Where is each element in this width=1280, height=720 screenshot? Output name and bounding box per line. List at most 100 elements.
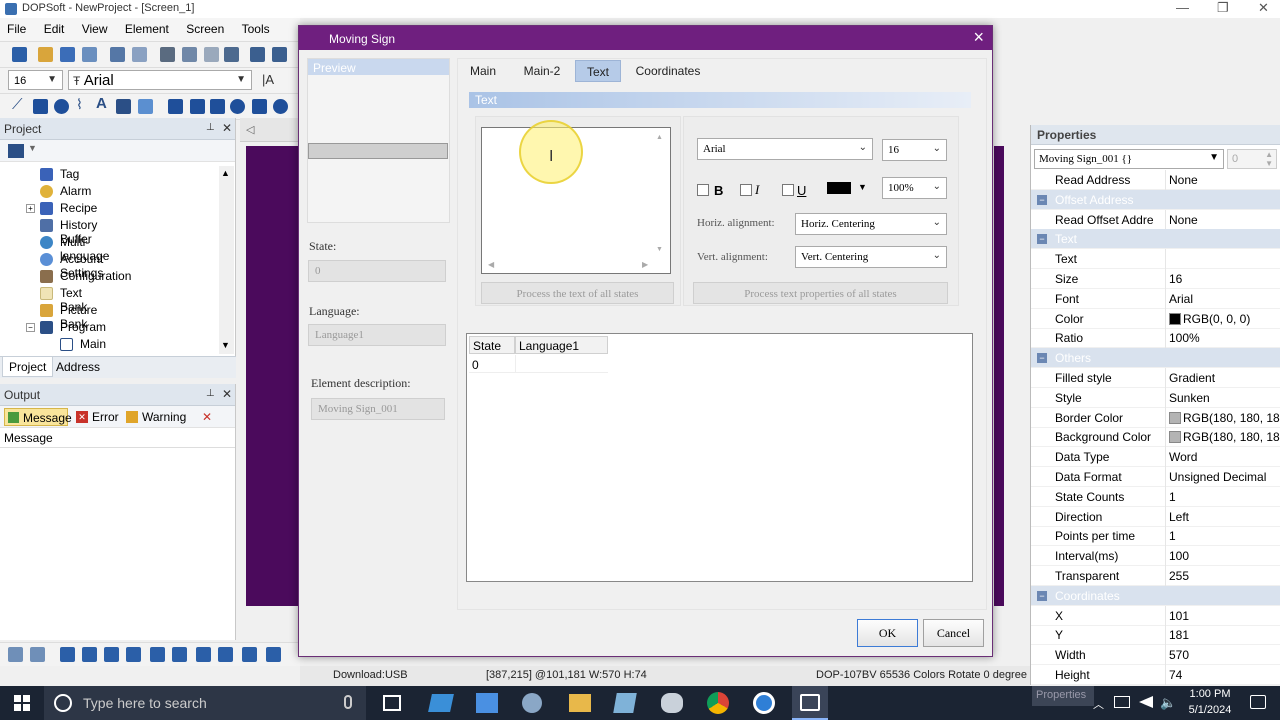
spinner-arrows-icon[interactable]: ▲ ▼ — [1265, 150, 1273, 168]
state-text-input[interactable]: I ▲ ▼ ◀ ▶ — [481, 120, 671, 274]
taskbar-app-icon[interactable] — [753, 692, 775, 714]
table-cell-state[interactable]: 0 — [469, 355, 515, 373]
copy-icon[interactable] — [182, 47, 197, 62]
distribute-h-icon[interactable] — [242, 647, 257, 662]
taskbar-app-icon[interactable] — [428, 694, 454, 712]
object-selector[interactable]: Moving Sign_001 {} ▼ — [1034, 149, 1224, 169]
bring-front-icon[interactable] — [60, 647, 75, 662]
clock-date[interactable]: 5/1/2024 — [1184, 704, 1236, 716]
collapse-icon[interactable]: − — [26, 323, 35, 332]
chevron-up-icon[interactable]: ▲ — [221, 168, 230, 178]
close-app-icon[interactable]: ✕ — [1258, 0, 1269, 16]
property-value[interactable]: Left — [1169, 510, 1189, 524]
property-value[interactable]: Arial — [1169, 292, 1193, 306]
minimize-icon[interactable]: — — [1176, 0, 1189, 15]
ok-button[interactable]: OK — [857, 619, 918, 647]
polyline-icon[interactable]: ⌇ — [76, 96, 91, 112]
compile-icon[interactable] — [250, 47, 265, 62]
align-center-icon[interactable] — [30, 647, 45, 662]
scroll-right-icon[interactable]: ▶ — [642, 260, 648, 269]
lamp-icon[interactable] — [210, 99, 225, 114]
tab-project[interactable]: Project — [2, 357, 54, 377]
font-name-select[interactable]: Ŧ Arial ▼ — [68, 70, 252, 90]
property-value[interactable]: 1 — [1169, 490, 1176, 504]
property-value[interactable]: 100 — [1169, 549, 1189, 563]
button-icon[interactable] — [168, 99, 183, 114]
property-value[interactable]: 1 — [1169, 529, 1176, 543]
text-icon[interactable]: A — [96, 95, 111, 112]
valign-select[interactable]: Vert. Centering ⌄ — [795, 246, 947, 268]
property-value[interactable]: Word — [1169, 450, 1197, 464]
taskbar-search-box[interactable]: Type here to search — [44, 686, 366, 720]
meter-icon[interactable] — [252, 99, 267, 114]
property-value[interactable]: RGB(0, 0, 0) — [1169, 312, 1250, 326]
property-group[interactable]: − Text — [1031, 229, 1280, 250]
distribute-v-icon[interactable] — [266, 647, 281, 662]
object-index-spinner[interactable]: 0 ▲ ▼ — [1227, 149, 1277, 169]
collapse-group-icon[interactable]: − — [1037, 353, 1047, 364]
property-value[interactable]: RGB(180, 180, 18 — [1169, 411, 1280, 425]
property-value[interactable]: Sunken — [1169, 391, 1210, 405]
scroll-down-icon[interactable]: ▼ — [656, 246, 663, 253]
collapse-group-icon[interactable]: − — [1037, 590, 1047, 601]
property-row[interactable]: Points per time 1 — [1031, 526, 1280, 547]
find-icon[interactable] — [224, 47, 239, 62]
property-row[interactable]: Filled style Gradient — [1031, 368, 1280, 388]
size-select[interactable]: 16 ⌄ — [882, 139, 947, 161]
group-icon[interactable] — [150, 647, 165, 662]
circle-icon[interactable] — [54, 99, 69, 114]
menu-edit[interactable]: Edit — [37, 18, 72, 36]
property-row[interactable]: Font Arial — [1031, 288, 1280, 309]
forward-icon[interactable] — [104, 647, 119, 662]
property-row[interactable]: Width 570 — [1031, 645, 1280, 666]
close-icon[interactable]: × — [973, 28, 984, 46]
property-value[interactable]: 181 — [1169, 628, 1189, 642]
rectangle-icon[interactable] — [33, 99, 48, 114]
chevron-down-icon[interactable]: ▼ — [221, 340, 230, 350]
taskbar-app-icon[interactable] — [476, 693, 498, 713]
font-select[interactable]: Arial ⌄ — [697, 138, 873, 160]
bold-checkbox[interactable] — [697, 184, 709, 196]
property-row[interactable]: Interval(ms) 100 — [1031, 546, 1280, 567]
property-row[interactable]: Background Color RGB(180, 180, 18 — [1031, 427, 1280, 448]
property-row[interactable]: X 101 — [1031, 605, 1280, 626]
volume-icon[interactable]: 🔈 — [1160, 695, 1176, 711]
taskbar-app-icon[interactable] — [613, 693, 637, 713]
switch-icon[interactable] — [190, 99, 205, 114]
backward-icon[interactable] — [126, 647, 141, 662]
property-row[interactable]: Height 74 — [1031, 665, 1280, 685]
collapse-group-icon[interactable]: − — [1037, 194, 1047, 205]
element-description-field[interactable]: Moving Sign_001 — [311, 398, 445, 420]
task-view-icon[interactable] — [383, 695, 401, 711]
property-value[interactable]: 100% — [1169, 331, 1200, 345]
redo-icon[interactable] — [132, 47, 147, 62]
clear-output-icon[interactable]: ✕ — [196, 408, 218, 426]
text-format-icon[interactable]: |A — [262, 72, 274, 87]
property-row[interactable]: Y 181 — [1031, 625, 1280, 646]
project-scrollbar[interactable]: ▲ ▼ — [219, 166, 234, 354]
property-group[interactable]: − Offset Address — [1031, 189, 1280, 210]
property-row[interactable]: Read Address None — [1031, 170, 1280, 190]
process-text-properties-button[interactable]: Process text properties of all states — [693, 282, 948, 304]
cancel-button[interactable]: Cancel — [923, 619, 984, 647]
line-icon[interactable]: ⟋ — [12, 96, 27, 113]
property-value[interactable]: None — [1169, 173, 1198, 187]
text-color-picker[interactable]: ▼ — [827, 181, 871, 199]
ungroup-icon[interactable] — [172, 647, 187, 662]
pin-icon[interactable]: ⊥ — [206, 122, 215, 133]
menu-element[interactable]: Element — [118, 18, 176, 36]
property-value[interactable]: Unsigned Decimal — [1169, 470, 1266, 484]
windows-start-icon[interactable] — [14, 695, 30, 711]
table-icon[interactable] — [138, 99, 153, 114]
property-group[interactable]: − Others — [1031, 348, 1280, 369]
property-row[interactable]: Read Offset Addre None — [1031, 209, 1280, 230]
properties-tab-overlap[interactable]: Properties — [1032, 686, 1094, 706]
menu-tools[interactable]: Tools — [235, 18, 277, 36]
menu-view[interactable]: View — [75, 18, 115, 36]
same-width-icon[interactable] — [196, 647, 211, 662]
tab-address[interactable]: Address — [56, 360, 100, 374]
undo-icon[interactable] — [110, 47, 125, 62]
filter-message[interactable]: Message — [4, 408, 72, 426]
underline-checkbox[interactable] — [782, 184, 794, 196]
language-select[interactable]: Language1 — [308, 324, 446, 346]
